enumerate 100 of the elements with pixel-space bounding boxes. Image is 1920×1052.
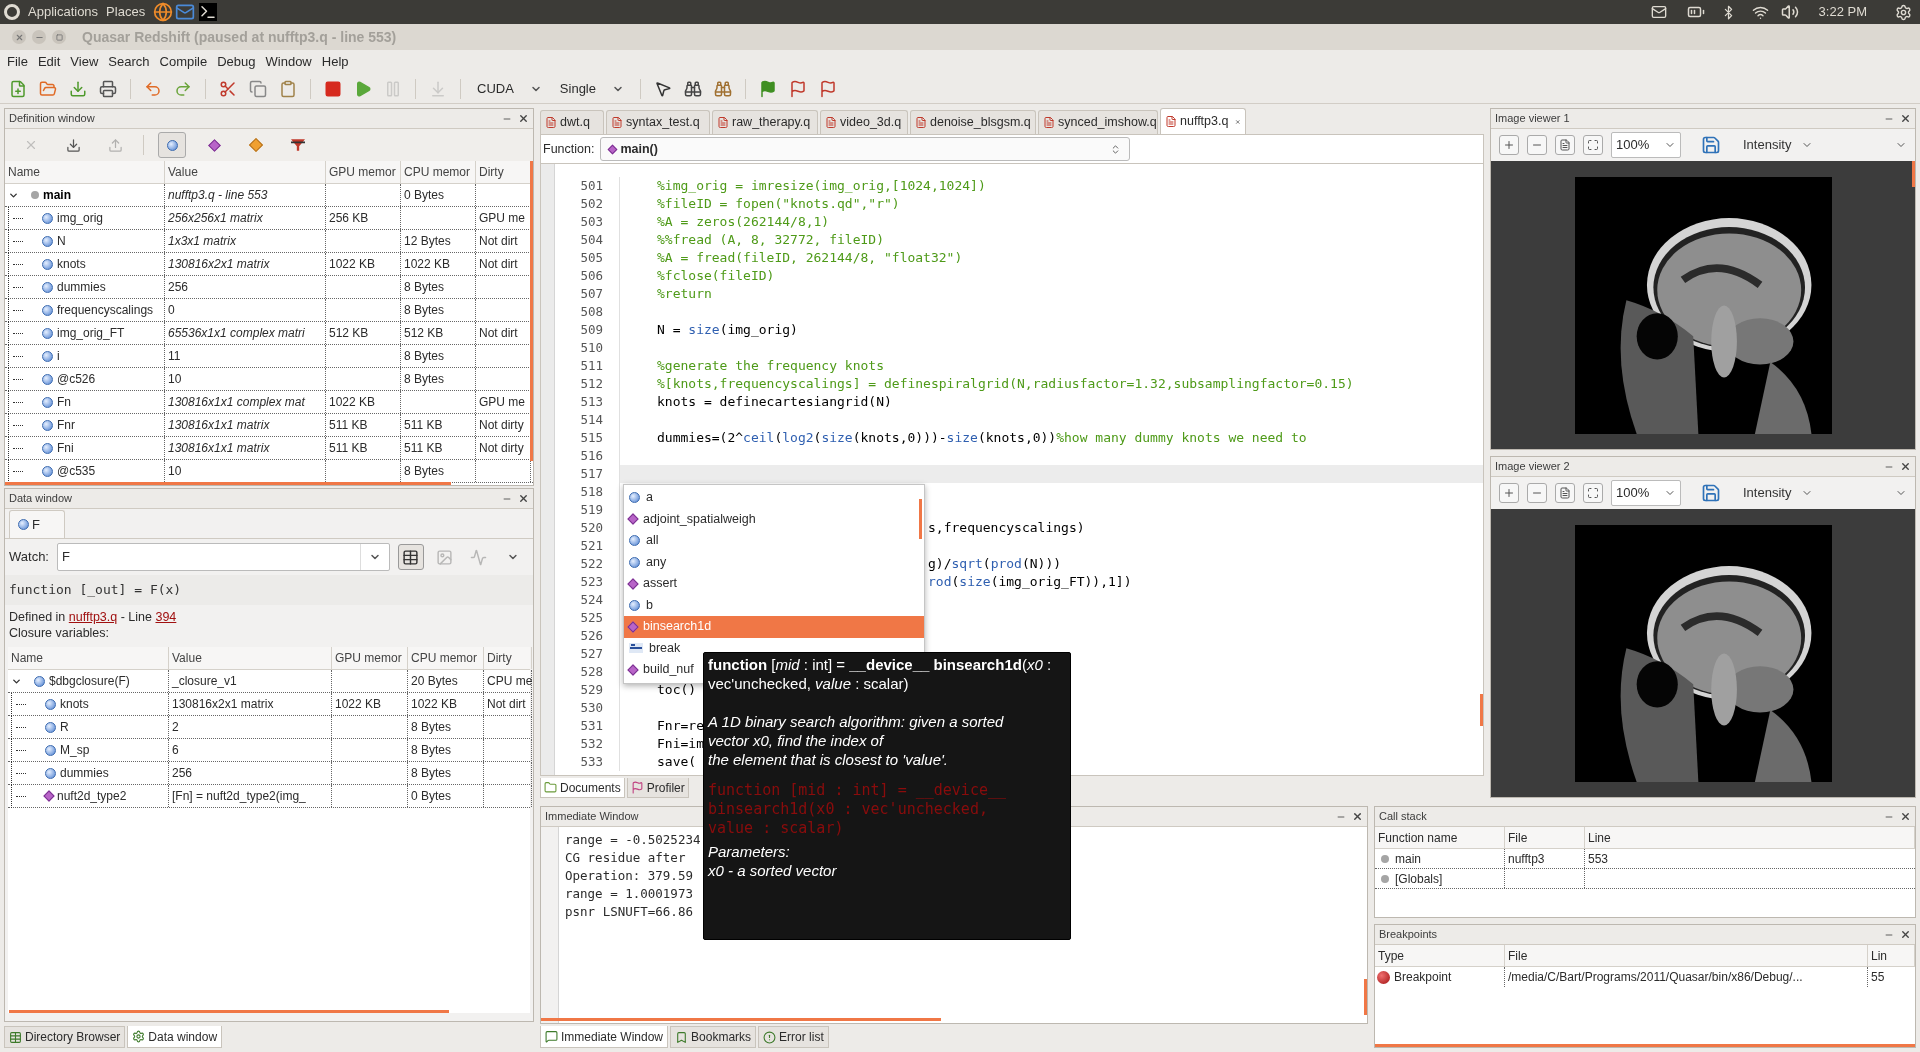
variable-name: frequencyscalings	[57, 302, 154, 319]
code-line: %fclose(fileID)	[657, 267, 775, 286]
line-number: 531	[579, 716, 603, 735]
panel-title: Definition window	[9, 111, 95, 127]
panel-title: Image viewer 1	[1495, 111, 1570, 127]
line-number: 519	[579, 500, 603, 519]
code-line: %A = zeros(262144/8,1)	[657, 213, 830, 232]
tooltip-signature: function [mid : int] = __device__ binsearch1d(x0 : vec'unchecked, value : scalar)	[708, 655, 1053, 693]
table-cell-text: 511 KB	[404, 440, 443, 457]
line-number: 518	[579, 482, 603, 501]
table-cell-text: [Fn] = nuft2d_type2(img_	[172, 788, 306, 805]
code-line: %%fread (A, 8, 32772, fileID)	[657, 231, 884, 250]
variable-name: nuft2d_type2	[57, 788, 127, 805]
table-cell-text: 8 Bytes	[404, 371, 445, 388]
line-number: 528	[579, 662, 603, 681]
table-cell-text: Not dirt	[479, 233, 518, 250]
code-line: %fileID = fopen("knots.qd","r")	[657, 195, 900, 214]
line-number: 532	[579, 734, 603, 753]
line-number: 513	[579, 392, 603, 411]
line-number: 524	[579, 590, 603, 609]
table-cell-text: 8 Bytes	[411, 765, 452, 782]
line-number: 501	[579, 176, 603, 195]
table-cell-text: 130816x1x1 matrix	[168, 417, 270, 434]
table-cell-text: Not dirty	[479, 417, 524, 434]
line-number: 504	[579, 230, 603, 249]
line-number: 530	[579, 698, 603, 717]
variable-name: $dbgclosure(F)	[49, 673, 130, 690]
code-line: toc()	[657, 681, 697, 700]
zoom-value: 100%	[1615, 136, 1651, 155]
table-cell-text: 0 Bytes	[411, 788, 452, 805]
completion-label: adjoint_spatialweigh	[643, 510, 756, 528]
line-number: 505	[579, 248, 603, 267]
table-cell-text: 512 KB	[329, 325, 369, 342]
table-cell-text: 0 Bytes	[404, 187, 445, 204]
line-number: 503	[579, 212, 603, 231]
table-cell-text: 1022 KB	[329, 256, 376, 273]
table-cell-text: 12 Bytes	[404, 233, 451, 250]
code-line: Fnr=re	[657, 717, 704, 736]
table-cell-text: 0	[168, 302, 175, 319]
completion-label: b	[646, 596, 653, 614]
table-cell-text: 8 Bytes	[404, 279, 445, 296]
code-line: knots = definecartesiangrid(N)	[657, 393, 892, 412]
panel-title: Call stack	[1379, 809, 1427, 825]
completion-label: binsearch1d	[643, 618, 712, 636]
line-number: 514	[579, 410, 603, 429]
parameter-description: x0 - a sorted vector	[708, 861, 838, 880]
line-number: 520	[579, 518, 603, 537]
variable-name: Fnr	[57, 417, 75, 434]
function-label: Function:	[543, 140, 595, 158]
table-cell-text: 130816x2x1 matrix	[172, 696, 274, 713]
table-cell-text: 8 Bytes	[411, 719, 452, 736]
line-number: 509	[579, 320, 603, 339]
line-number: 526	[579, 626, 603, 645]
table-cell-text: 8 Bytes	[411, 742, 452, 759]
table-cell-text: 20 Bytes	[411, 673, 458, 690]
line-number: 508	[579, 302, 603, 321]
tooltip-description: A 1D binary search algorithm: given a sorted vector x0, find the index of the element that is closest to 'value'.	[708, 712, 1005, 769]
parameters-heading: Parameters:	[708, 842, 791, 861]
line-number: 515	[579, 428, 603, 447]
table-cell-text: 512 KB	[404, 325, 444, 342]
code-line: %img_orig = imresize(img_orig,[1024,1024])	[657, 177, 986, 196]
variable-name: knots	[57, 256, 86, 273]
function-signature: function [_out] = F(x)	[9, 581, 182, 600]
table-cell-text: 511 KB	[404, 417, 443, 434]
line-number: 516	[579, 446, 603, 465]
line-number: 527	[579, 644, 603, 663]
line-number: 510	[579, 338, 603, 357]
variable-name: dummies	[60, 765, 109, 782]
completion-label: build_nuf	[643, 661, 694, 679]
variable-name: R	[60, 719, 69, 736]
table-cell-text: 256	[168, 279, 189, 296]
table-cell-text: 1022 KB	[329, 394, 376, 411]
line-number: 529	[579, 680, 603, 699]
table-cell-text: CPU me	[487, 673, 533, 690]
table-cell-text: GPU me	[479, 210, 525, 227]
code-line: save(	[657, 753, 697, 772]
output-line: CG residue after	[565, 849, 687, 867]
definition-location: Defined in nufftp3.q - Line 394	[9, 609, 178, 625]
code-line: %generate the frequency knots	[657, 357, 884, 376]
table-cell-text: 1022 KB	[404, 256, 451, 273]
variable-name: img_orig	[57, 210, 104, 227]
table-cell-text: GPU me	[479, 394, 525, 411]
variable-name: M_sp	[60, 742, 90, 759]
table-cell-text: 65536x1x1 complex matri	[168, 325, 305, 342]
line-number: 522	[579, 554, 603, 573]
code-line: %[knots,frequencyscalings] = definespiralgrid(N,radiusfactor=1.32,subsamplingfactor=0.15)	[657, 375, 1354, 394]
completion-label: any	[646, 553, 667, 571]
table-cell-text: 8 Bytes	[404, 302, 445, 319]
code-line: s,frequencyscalings)	[928, 519, 1085, 538]
table-cell-text: Not dirt	[487, 696, 526, 713]
table-cell-text: 256x256x1 matrix	[168, 210, 263, 227]
variable-name: N	[57, 233, 66, 250]
table-cell-text: 553	[1588, 850, 1609, 868]
line-number: 512	[579, 374, 603, 393]
output-line: Operation: 379.59	[565, 867, 694, 885]
table-cell-text: Not dirty	[479, 440, 524, 457]
table-cell-text: 130816x2x1 matrix	[168, 256, 270, 273]
code-line: %A = fread(fileID, 262144/8, "float32")	[657, 249, 963, 268]
table-cell-text: 55	[1871, 969, 1885, 986]
variable-name: i	[57, 348, 60, 365]
